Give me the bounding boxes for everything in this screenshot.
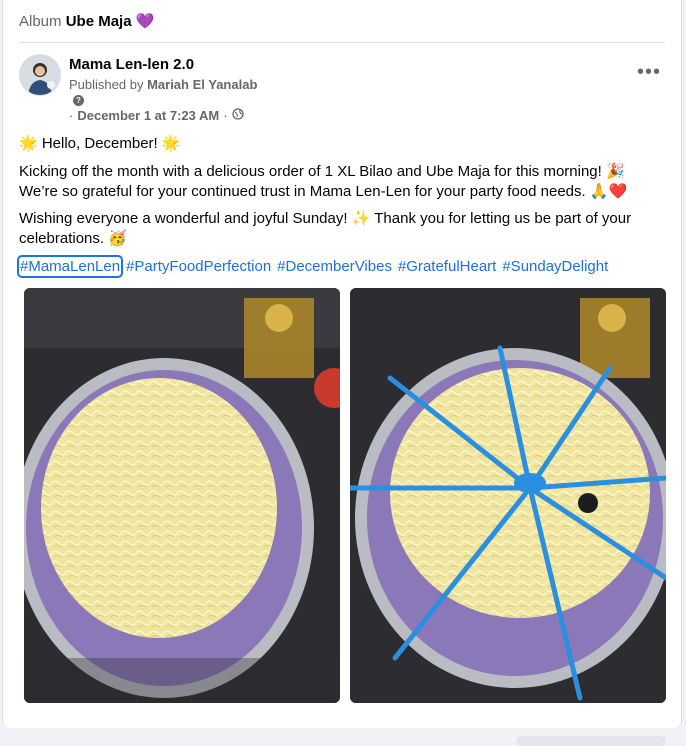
info-icon[interactable]: ? <box>73 95 84 106</box>
published-prefix: Published by <box>69 77 144 92</box>
avatar[interactable] <box>19 54 61 96</box>
hashtag-link[interactable]: #PartyFoodPerfection <box>125 257 272 276</box>
post-text-line3b: celebrations. 🥳 <box>19 230 127 247</box>
album-name[interactable]: Ube Maja 💜 <box>66 13 155 30</box>
feed-background <box>0 728 686 746</box>
next-post-placeholder <box>516 736 666 746</box>
post-text-line2b: We’re so grateful for your continued tru… <box>19 183 628 200</box>
post-text-line3a: Wishing everyone a wonderful and joyful … <box>19 210 632 227</box>
hashtag-link[interactable]: #GratefulHeart <box>397 257 497 276</box>
post-card: Album Ube Maja 💜 Mama Len-len 2.0 Publis… <box>2 0 682 728</box>
post-text-paragraph3: Wishing everyone a wonderful and joyful … <box>19 209 659 249</box>
post-text-line2a: Kicking off the month with a delicious o… <box>19 163 625 180</box>
post-text-paragraph2: Kicking off the month with a delicious o… <box>19 162 659 202</box>
hashtag-link[interactable]: #SundayDelight <box>501 257 609 276</box>
post-date[interactable]: December 1 at 7:23 AM <box>77 108 219 123</box>
page-name[interactable]: Mama Len-len 2.0 <box>69 56 194 73</box>
post-meta: · December 1 at 7:23 AM · <box>69 108 244 123</box>
meta-dot: · <box>223 108 228 123</box>
hashtag-link[interactable]: #MamaLenLen <box>16 255 124 278</box>
album-prefix: Album <box>19 13 62 30</box>
post-photo[interactable] <box>24 288 340 703</box>
more-options-button[interactable]: ••• <box>633 60 665 84</box>
post-photo[interactable] <box>350 288 666 703</box>
album-header: Album Ube Maja 💜 <box>19 12 154 30</box>
meta-separator: · <box>69 108 74 123</box>
post-text-line1: 🌟 Hello, December! 🌟 <box>19 135 181 152</box>
publisher-name[interactable]: Mariah El Yanalab <box>147 77 257 92</box>
divider <box>19 42 665 43</box>
globe-icon <box>231 108 244 123</box>
published-by: Published by Mariah El Yanalab <box>69 77 257 92</box>
hashtag-list: #MamaLenLen #PartyFoodPerfection #Decemb… <box>16 255 609 278</box>
hashtag-link[interactable]: #DecemberVibes <box>276 257 393 276</box>
